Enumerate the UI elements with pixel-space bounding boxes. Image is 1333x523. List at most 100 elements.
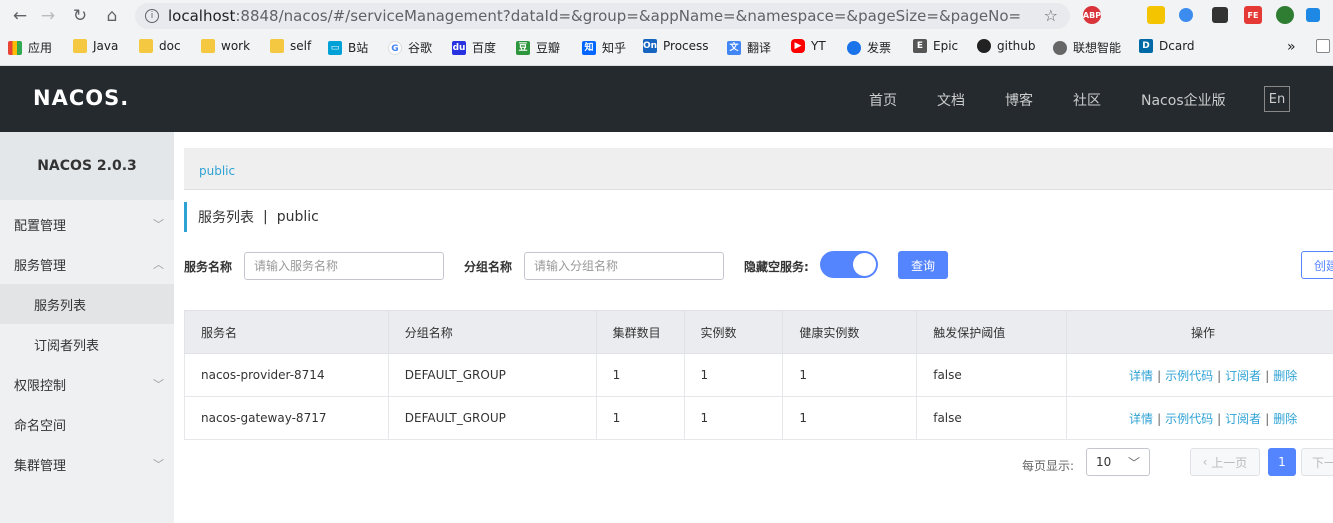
- sidebar-item-service-management[interactable]: 服务管理 ︿: [0, 244, 174, 284]
- bookmark-label: 知乎: [602, 41, 627, 55]
- bookmark-java[interactable]: Java: [73, 39, 118, 53]
- service-name-input[interactable]: [244, 252, 444, 280]
- bookmark-self[interactable]: self: [270, 39, 311, 53]
- query-button[interactable]: 查询: [898, 251, 948, 279]
- col-cluster-count: 集群数目: [595, 310, 685, 354]
- nav-home[interactable]: 首页: [869, 90, 897, 110]
- extension-diamond-icon[interactable]: [1179, 8, 1193, 22]
- nav-blog[interactable]: 博客: [1005, 90, 1033, 110]
- bookmark-douban[interactable]: 豆豆瓣: [516, 39, 560, 56]
- bookmark-apps[interactable]: 应用: [8, 39, 52, 56]
- delete-link[interactable]: 删除: [1273, 369, 1297, 383]
- page-number-current[interactable]: 1: [1268, 448, 1296, 476]
- extension-puzzle-icon[interactable]: [1306, 8, 1320, 22]
- bookmark-zhihu[interactable]: 知知乎: [582, 39, 626, 56]
- fe-helper-label: FE: [1247, 10, 1259, 20]
- sidebar-item-label: 配置管理: [14, 218, 67, 234]
- group-name-input[interactable]: [524, 252, 724, 280]
- reload-icon[interactable]: ↻: [68, 4, 92, 28]
- sidebar-item-config[interactable]: 配置管理 ﹀: [0, 204, 174, 244]
- fe-helper-icon[interactable]: FE: [1244, 6, 1262, 24]
- service-name-label: 服务名称: [184, 260, 233, 274]
- bookmark-youtube[interactable]: ▶ YT: [791, 39, 826, 53]
- bookmark-label: YT: [811, 39, 826, 53]
- address-bar[interactable]: i localhost:8848/nacos/#/serviceManageme…: [135, 3, 1070, 29]
- bookmark-doc[interactable]: doc: [139, 39, 181, 53]
- bookmark-label: 百度: [472, 41, 497, 55]
- folder-icon: [270, 39, 284, 53]
- other-bookmarks-folder[interactable]: [1316, 39, 1333, 53]
- detail-link[interactable]: 详情: [1129, 412, 1153, 426]
- cell-operations: 详情 | 示例代码 | 订阅者 | 删除: [1066, 353, 1333, 397]
- bookmark-work[interactable]: work: [201, 39, 250, 53]
- sidebar-item-label: 命名空间: [14, 418, 67, 434]
- bookmark-bilibili[interactable]: ▭ B站: [328, 39, 368, 56]
- dcard-icon: D: [1139, 39, 1153, 53]
- hide-empty-label: 隐藏空服务:: [744, 260, 809, 274]
- page-size-select[interactable]: 10 ﹀: [1086, 448, 1150, 476]
- sidebar-item-namespace[interactable]: 命名空间: [0, 404, 174, 444]
- service-table: 服务名 分组名称 集群数目 实例数 健康实例数 触发保护阈值 操作 nacos-…: [184, 310, 1333, 440]
- extension-arrows-icon[interactable]: [1212, 7, 1228, 23]
- youtube-icon: ▶: [791, 39, 805, 53]
- bookmark-lenovo[interactable]: 联想智能: [1053, 39, 1121, 56]
- chevron-down-icon: ﹀: [153, 378, 164, 391]
- sidebar-item-auth[interactable]: 权限控制 ﹀: [0, 364, 174, 404]
- bookmarks-overflow-icon[interactable]: »: [1287, 39, 1296, 55]
- main-content: public 服务列表 | public 服务名称 分组名称 隐藏空服务: 查询…: [174, 132, 1333, 523]
- back-icon[interactable]: ←: [8, 4, 32, 28]
- cell-cluster-count: 1: [595, 396, 685, 440]
- nav-community[interactable]: 社区: [1073, 90, 1101, 110]
- sidebar-item-service-list[interactable]: 服务列表: [0, 284, 174, 324]
- sidebar-item-subscribers[interactable]: 订阅者列表: [0, 324, 174, 364]
- extension-green-icon[interactable]: [1276, 6, 1294, 24]
- github-icon: [977, 39, 991, 53]
- nav-docs[interactable]: 文档: [937, 90, 965, 110]
- bookmark-label: self: [290, 39, 312, 53]
- subscribers-link[interactable]: 订阅者: [1225, 412, 1261, 426]
- sidebar: NACOS 2.0.3 配置管理 ﹀ 服务管理 ︿ 服务列表 订阅者列表 权限控制 ﹀…: [0, 132, 174, 523]
- nav-enterprise[interactable]: Nacos企业版: [1141, 90, 1226, 110]
- next-page-button[interactable]: 下一页: [1301, 448, 1333, 476]
- sample-code-link[interactable]: 示例代码: [1165, 369, 1213, 383]
- bookmark-google[interactable]: G 谷歌: [388, 39, 432, 56]
- forward-icon[interactable]: →: [36, 4, 60, 28]
- extension-yellow-icon[interactable]: [1147, 6, 1165, 24]
- cell-service-name: nacos-provider-8714: [184, 353, 389, 397]
- bookmark-label: 联想智能: [1073, 41, 1122, 55]
- bookmark-epic[interactable]: E Epic: [913, 39, 958, 53]
- bookmark-baidu[interactable]: du 百度: [452, 39, 496, 56]
- nacos-logo[interactable]: NACOS.: [33, 86, 129, 110]
- bookmark-label: Java: [93, 39, 119, 53]
- bookmark-processon[interactable]: On Process: [643, 39, 709, 53]
- apps-grid-icon: [8, 40, 22, 55]
- detail-link[interactable]: 详情: [1129, 369, 1153, 383]
- page-title-text: 服务列表: [198, 210, 254, 226]
- hide-empty-toggle[interactable]: [820, 251, 878, 278]
- delete-link[interactable]: 删除: [1273, 412, 1297, 426]
- page-size-value: 10: [1096, 455, 1112, 469]
- bookmark-star-icon[interactable]: ☆: [1044, 6, 1058, 25]
- bookmarks-bar: 应用 Java doc work self ▭ B站 G 谷歌 du 百度 豆豆瓣 知…: [0, 34, 1333, 60]
- create-service-button[interactable]: 创建服务: [1301, 251, 1333, 279]
- namespace-link[interactable]: public: [199, 164, 235, 178]
- sample-code-link[interactable]: 示例代码: [1165, 412, 1213, 426]
- bookmark-invoice[interactable]: 发票: [847, 39, 891, 56]
- folder-icon: [139, 39, 153, 53]
- bookmark-translate[interactable]: 文翻译: [727, 39, 771, 56]
- prev-page-button[interactable]: ‹ 上一页: [1190, 448, 1260, 476]
- site-info-icon[interactable]: i: [145, 9, 159, 23]
- language-toggle[interactable]: En: [1264, 86, 1290, 112]
- bookmark-label: github: [997, 39, 1036, 53]
- cell-group-name: DEFAULT_GROUP: [387, 396, 597, 440]
- subscribers-link[interactable]: 订阅者: [1225, 369, 1261, 383]
- bookmark-dcard[interactable]: D Dcard: [1139, 39, 1195, 53]
- op-separator: |: [1217, 411, 1222, 426]
- folder-icon: [73, 39, 87, 53]
- cell-service-name: nacos-gateway-8717: [184, 396, 389, 440]
- sidebar-item-cluster[interactable]: 集群管理 ﹀: [0, 444, 174, 484]
- bookmark-github[interactable]: github: [977, 39, 1035, 53]
- adblock-plus-icon[interactable]: ABP: [1083, 6, 1101, 24]
- home-icon[interactable]: ⌂: [100, 4, 124, 28]
- namespace-bar: public: [184, 148, 1333, 190]
